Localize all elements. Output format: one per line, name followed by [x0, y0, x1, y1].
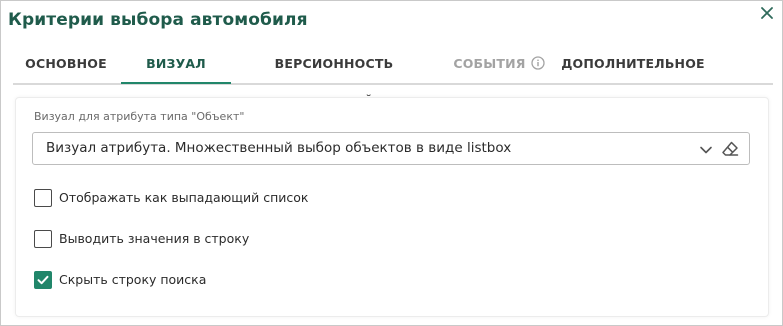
checkbox[interactable] [34, 189, 52, 207]
checkbox-label: Отображать как выпадающий список [59, 190, 309, 205]
checkbox[interactable] [34, 271, 52, 289]
dialog-title: Критерии выбора автомобиля [8, 10, 308, 30]
checkbox-label: Скрыть строку поиска [59, 272, 207, 287]
info-icon [530, 47, 545, 85]
option-hide-search-checkbox[interactable]: Скрыть строку поиска [34, 271, 334, 291]
visual-panel: Визуал для атрибута типа "Объект" Визуал… [15, 97, 769, 317]
check-icon [37, 275, 49, 285]
tab-label: СОБЫТИЯ [453, 56, 526, 71]
tab-bar: ОСНОВНОЕ ВИЗУАЛ ВЕРСИОННОСТЬ ЗНАЧЕНИЙ СО… [13, 45, 773, 109]
chevron-down-icon[interactable] [699, 142, 713, 161]
eraser-icon[interactable] [721, 140, 739, 162]
checkbox[interactable] [34, 230, 52, 248]
visual-field-label: Визуал для атрибута типа "Объект" [34, 110, 245, 123]
close-icon[interactable] [759, 5, 775, 21]
option-dropdown-checkbox[interactable]: Отображать как выпадающий список [34, 189, 334, 209]
dialog: Критерии выбора автомобиля ОСНОВНОЕ ВИЗУ… [0, 0, 783, 326]
visual-select-value: Визуал атрибута. Множественный выбор объ… [46, 140, 512, 156]
tab-versioning[interactable]: ВЕРСИОННОСТЬ ЗНАЧЕНИЙ [237, 45, 431, 109]
tab-events[interactable]: СОБЫТИЯ [443, 45, 555, 83]
tab-label: ДОПОЛНИТЕЛЬНОЕ [561, 56, 705, 71]
tab-visual[interactable]: ВИЗУАЛ [121, 45, 231, 84]
visual-select[interactable]: Визуал атрибута. Множественный выбор объ… [32, 132, 750, 165]
tab-label: ОСНОВНОЕ [25, 56, 107, 71]
option-inline-checkbox[interactable]: Выводить значения в строку [34, 230, 334, 250]
checkbox-label: Выводить значения в строку [59, 231, 250, 246]
tab-main[interactable]: ОСНОВНОЕ [13, 45, 119, 83]
tab-label: ВИЗУАЛ [146, 56, 206, 71]
tab-additional[interactable]: ДОПОЛНИТЕЛЬНОЕ [561, 45, 705, 83]
